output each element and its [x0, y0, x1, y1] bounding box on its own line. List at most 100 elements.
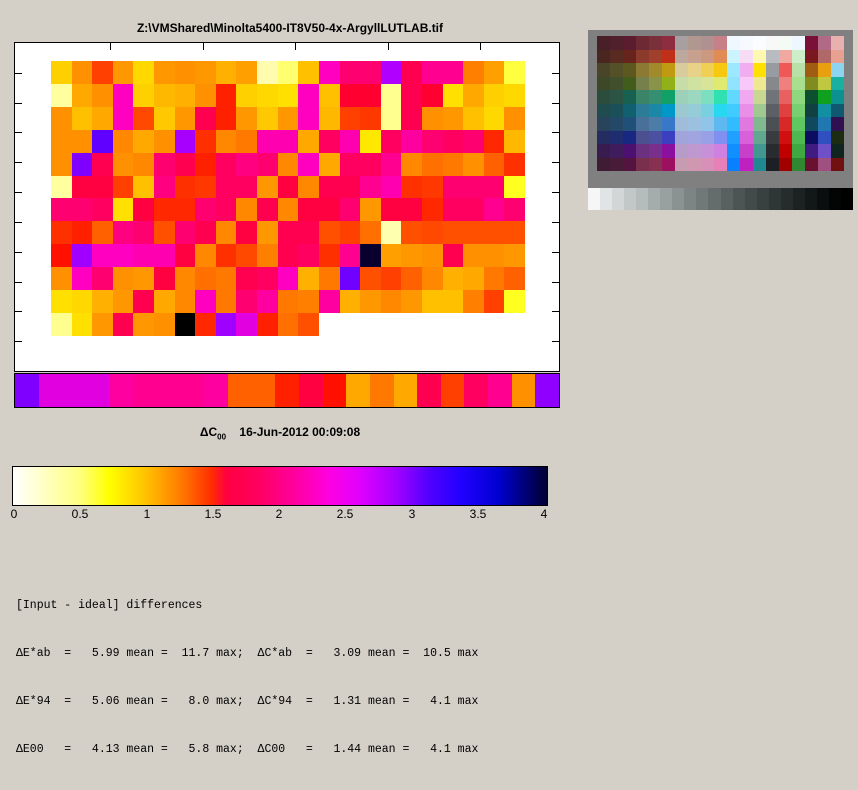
heatmap-cell[interactable] — [71, 106, 93, 130]
heatmap-cell[interactable] — [298, 61, 319, 84]
heatmap-cell[interactable] — [442, 221, 464, 245]
heatmap-cell[interactable] — [71, 313, 93, 336]
heatmap-cell[interactable] — [421, 129, 443, 153]
heatmap-cell[interactable] — [236, 61, 258, 84]
heatmap-cell[interactable] — [360, 290, 381, 314]
heatmap-cell[interactable] — [154, 290, 175, 314]
heatmap-cell[interactable] — [71, 221, 93, 245]
heatmap-cell[interactable] — [401, 198, 422, 222]
heatmap-cell[interactable] — [380, 221, 402, 245]
heatmap-cell[interactable] — [360, 198, 381, 222]
heatmap-cell[interactable] — [112, 221, 134, 245]
heatmap-cell[interactable] — [154, 61, 175, 84]
heatmap-cell[interactable] — [215, 244, 237, 268]
heatmap-cell[interactable] — [277, 83, 299, 107]
grayscale-strip-cell[interactable] — [109, 374, 134, 407]
heatmap-cell[interactable] — [195, 267, 216, 291]
heatmap-cell[interactable] — [133, 221, 155, 245]
heatmap-cell[interactable] — [174, 198, 196, 222]
heatmap-cell[interactable] — [51, 290, 72, 314]
heatmap-cell[interactable] — [174, 175, 196, 199]
heatmap-cell[interactable] — [215, 198, 237, 222]
heatmap-cell[interactable] — [51, 198, 72, 222]
heatmap-cell[interactable] — [318, 129, 340, 153]
heatmap-cell[interactable] — [483, 290, 505, 314]
heatmap-cell[interactable] — [401, 267, 422, 291]
heatmap-cell[interactable] — [195, 129, 216, 153]
heatmap-cell[interactable] — [92, 221, 113, 245]
heatmap-cell[interactable] — [483, 129, 505, 153]
heatmap-cell[interactable] — [463, 267, 484, 291]
heatmap-cell[interactable] — [257, 61, 278, 84]
heatmap-cell[interactable] — [360, 61, 381, 84]
heatmap-cell[interactable] — [174, 290, 196, 314]
grayscale-strip-cell[interactable] — [393, 374, 418, 407]
heatmap-cell[interactable] — [360, 221, 381, 245]
heatmap-cell[interactable] — [318, 175, 340, 199]
heatmap-cell[interactable] — [174, 267, 196, 291]
heatmap-cell[interactable] — [298, 290, 319, 314]
heatmap-cell[interactable] — [421, 267, 443, 291]
heatmap-cell[interactable] — [154, 244, 175, 268]
heatmap-cell[interactable] — [298, 175, 319, 199]
heatmap-cell[interactable] — [51, 106, 72, 130]
heatmap-cell[interactable] — [112, 244, 134, 268]
heatmap-cell[interactable] — [51, 175, 72, 199]
heatmap-cell[interactable] — [71, 198, 93, 222]
heatmap-cell[interactable] — [133, 152, 155, 176]
heatmap-cell[interactable] — [215, 313, 237, 336]
heatmap-cell[interactable] — [504, 244, 525, 268]
heatmap-cell[interactable] — [504, 129, 525, 153]
heatmap-cell[interactable] — [339, 244, 361, 268]
heatmap-cell[interactable] — [154, 267, 175, 291]
heatmap-cell[interactable] — [92, 290, 113, 314]
heatmap-cell[interactable] — [71, 61, 93, 84]
grayscale-strip-cell[interactable] — [440, 374, 465, 407]
heatmap-cell[interactable] — [112, 198, 134, 222]
heatmap-cell[interactable] — [133, 129, 155, 153]
heatmap-cell[interactable] — [380, 129, 402, 153]
grayscale-strip-cell[interactable] — [156, 374, 181, 407]
heatmap-cell[interactable] — [401, 129, 422, 153]
grayscale-strip-cell[interactable] — [15, 374, 39, 407]
heatmap-cell[interactable] — [92, 129, 113, 153]
pseudocolor-grid[interactable] — [51, 61, 525, 336]
heatmap-cell[interactable] — [112, 313, 134, 336]
heatmap-cell[interactable] — [257, 83, 278, 107]
heatmap-cell[interactable] — [112, 61, 134, 84]
heatmap-cell[interactable] — [257, 290, 278, 314]
heatmap-cell[interactable] — [215, 129, 237, 153]
heatmap-cell[interactable] — [504, 198, 525, 222]
heatmap-cell[interactable] — [380, 198, 402, 222]
grayscale-strip-cell[interactable] — [417, 374, 441, 407]
heatmap-cell[interactable] — [133, 198, 155, 222]
heatmap-cell[interactable] — [92, 267, 113, 291]
heatmap-cell[interactable] — [257, 244, 278, 268]
grayscale-strip-cell[interactable] — [204, 374, 228, 407]
heatmap-cell[interactable] — [298, 244, 319, 268]
heatmap-cell[interactable] — [463, 106, 484, 130]
heatmap-cell[interactable] — [154, 129, 175, 153]
heatmap-cell[interactable] — [360, 106, 381, 130]
heatmap-cell[interactable] — [318, 106, 340, 130]
heatmap-cell[interactable] — [442, 129, 464, 153]
grayscale-strip-cell[interactable] — [275, 374, 299, 407]
heatmap-cell[interactable] — [133, 267, 155, 291]
heatmap-cell[interactable] — [277, 175, 299, 199]
heatmap-cell[interactable] — [298, 106, 319, 130]
grayscale-strip-cell[interactable] — [251, 374, 276, 407]
heatmap-cell[interactable] — [174, 152, 196, 176]
heatmap-cell[interactable] — [463, 129, 484, 153]
heatmap-cell[interactable] — [483, 267, 505, 291]
grayscale-strip-cell[interactable] — [62, 374, 86, 407]
heatmap-cell[interactable] — [442, 267, 464, 291]
heatmap-cell[interactable] — [421, 221, 443, 245]
heatmap-cell[interactable] — [318, 221, 340, 245]
heatmap-cell[interactable] — [360, 83, 381, 107]
heatmap-cell[interactable] — [51, 152, 72, 176]
heatmap-cell[interactable] — [483, 61, 505, 84]
heatmap-cell[interactable] — [339, 106, 361, 130]
heatmap-cell[interactable] — [236, 198, 258, 222]
heatmap-cell[interactable] — [463, 221, 484, 245]
heatmap-cell[interactable] — [483, 198, 505, 222]
